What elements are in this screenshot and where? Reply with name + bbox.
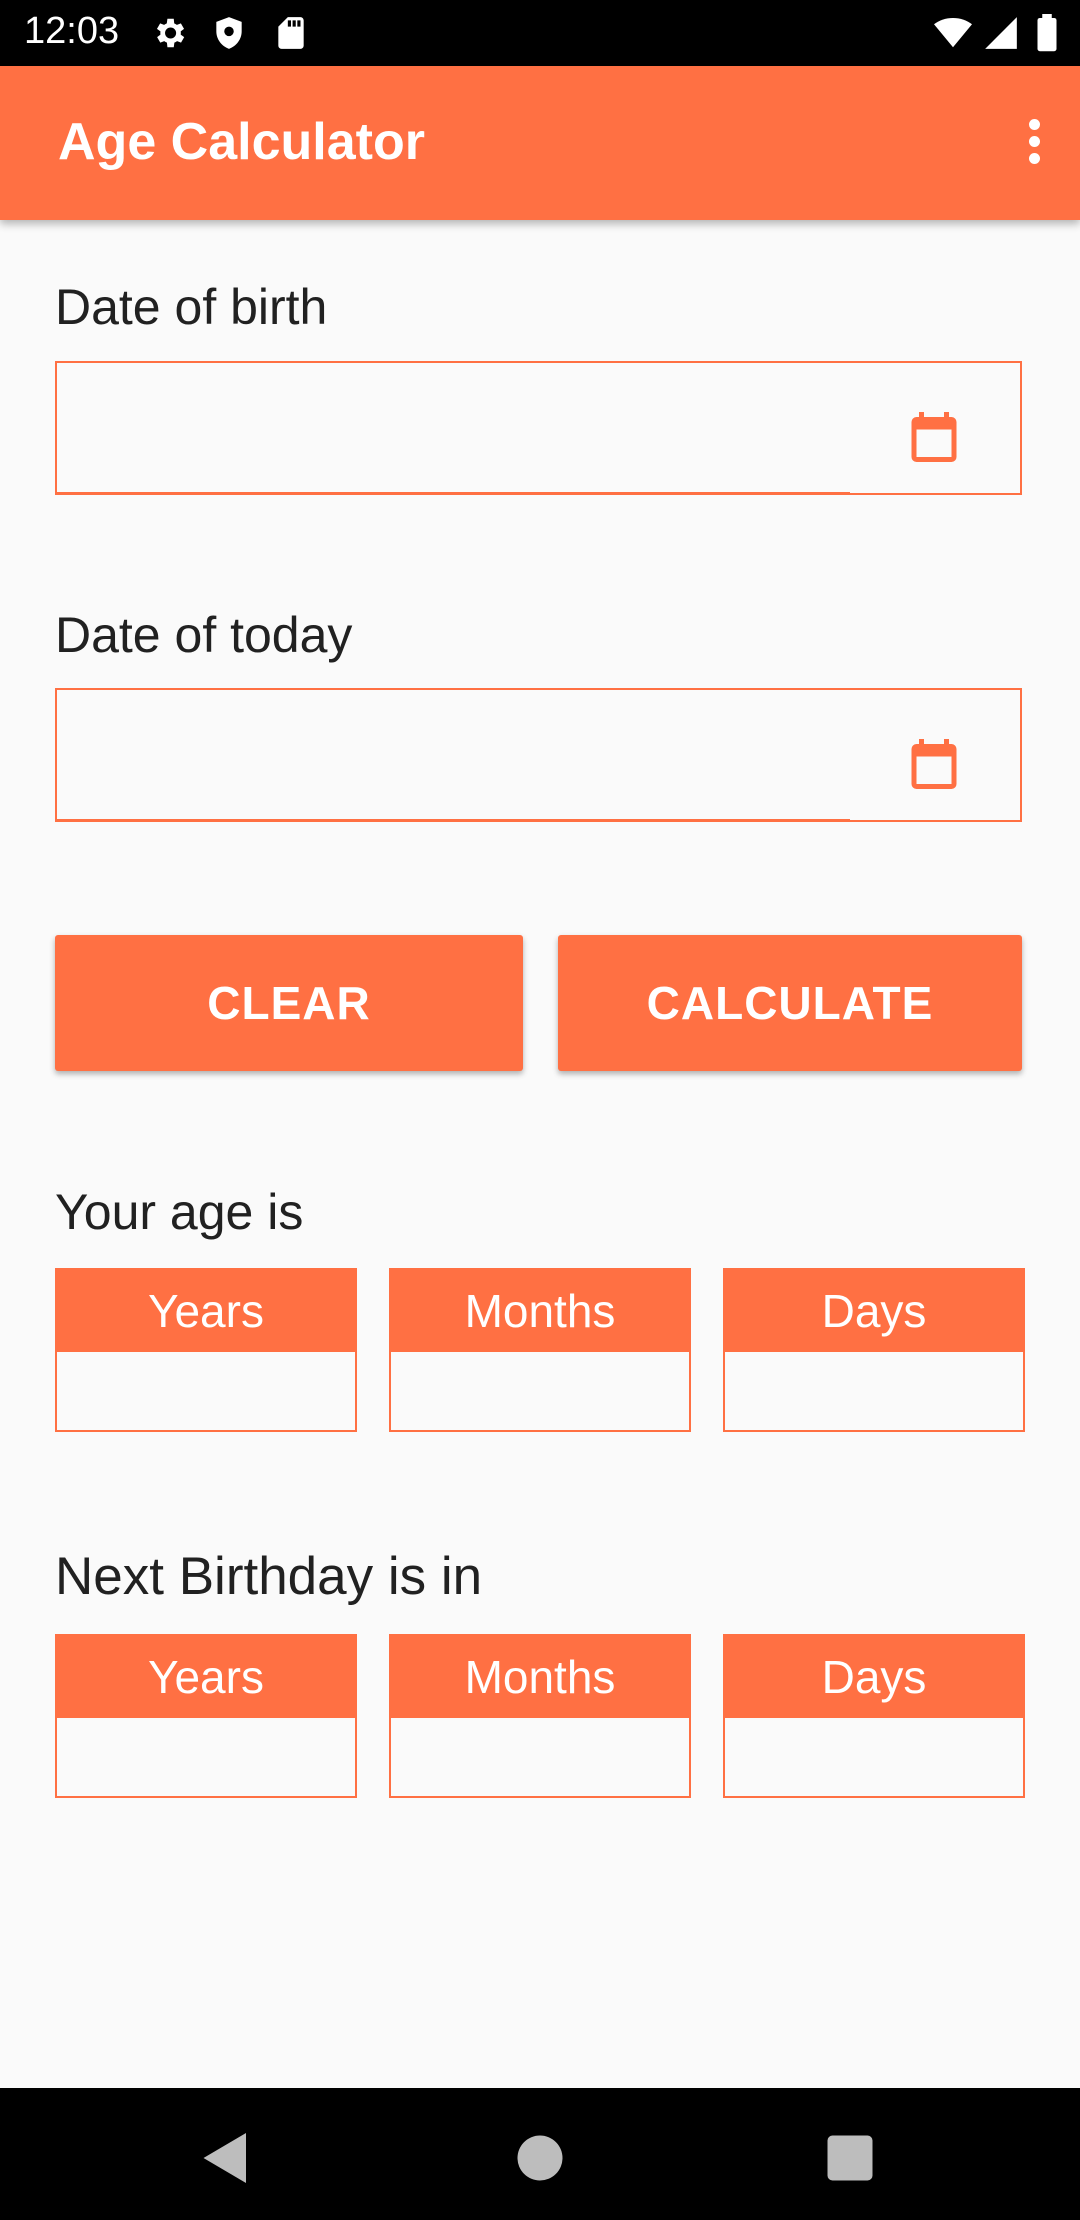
age-months-value: [391, 1352, 689, 1430]
age-years-box: Years: [55, 1268, 357, 1432]
age-days-value: [725, 1352, 1023, 1430]
age-months-label: Months: [391, 1270, 689, 1352]
gear-icon: [156, 18, 185, 48]
shield-icon: [216, 17, 242, 49]
back-icon[interactable]: [196, 2128, 256, 2188]
age-days-label: Days: [725, 1270, 1023, 1352]
calculate-button[interactable]: CALCULATE: [558, 935, 1022, 1071]
today-label: Date of today: [55, 607, 353, 663]
next-days-box: Days: [723, 1634, 1025, 1798]
next-months-label: Months: [391, 1636, 689, 1718]
calendar-icon[interactable]: [904, 734, 964, 794]
age-title: Your age is: [55, 1184, 304, 1240]
today-underline: [57, 819, 850, 822]
wifi-icon: [934, 17, 972, 48]
recents-icon[interactable]: [820, 2128, 880, 2188]
next-years-label: Years: [57, 1636, 355, 1718]
age-years-label: Years: [57, 1270, 355, 1352]
next-months-box: Months: [389, 1634, 691, 1798]
next-days-value: [725, 1718, 1023, 1796]
status-bar: 12:03: [0, 0, 1080, 66]
app-title: Age Calculator: [58, 113, 425, 171]
today-field: [55, 688, 1022, 822]
next-years-value: [57, 1718, 355, 1796]
app-bar: Age Calculator: [0, 66, 1080, 220]
home-icon[interactable]: [510, 2128, 570, 2188]
status-time: 12:03: [24, 10, 120, 52]
next-months-value: [391, 1718, 689, 1796]
age-days-box: Days: [723, 1268, 1025, 1432]
navigation-bar: [0, 2088, 1080, 2220]
dob-field: [55, 361, 1022, 495]
overflow-menu-icon[interactable]: [1006, 116, 1062, 172]
signal-icon: [985, 17, 1017, 49]
sd-card-icon: [278, 17, 304, 49]
next-days-label: Days: [725, 1636, 1023, 1718]
dob-input[interactable]: [57, 363, 877, 493]
age-months-box: Months: [389, 1268, 691, 1432]
next-birthday-title: Next Birthday is in: [55, 1547, 483, 1606]
clear-button[interactable]: CLEAR: [55, 935, 523, 1071]
calendar-icon[interactable]: [904, 407, 964, 467]
dob-label: Date of birth: [55, 279, 328, 335]
today-input[interactable]: [57, 690, 877, 820]
dob-underline: [57, 492, 850, 495]
next-years-box: Years: [55, 1634, 357, 1798]
battery-icon: [1037, 14, 1057, 52]
age-years-value: [57, 1352, 355, 1430]
